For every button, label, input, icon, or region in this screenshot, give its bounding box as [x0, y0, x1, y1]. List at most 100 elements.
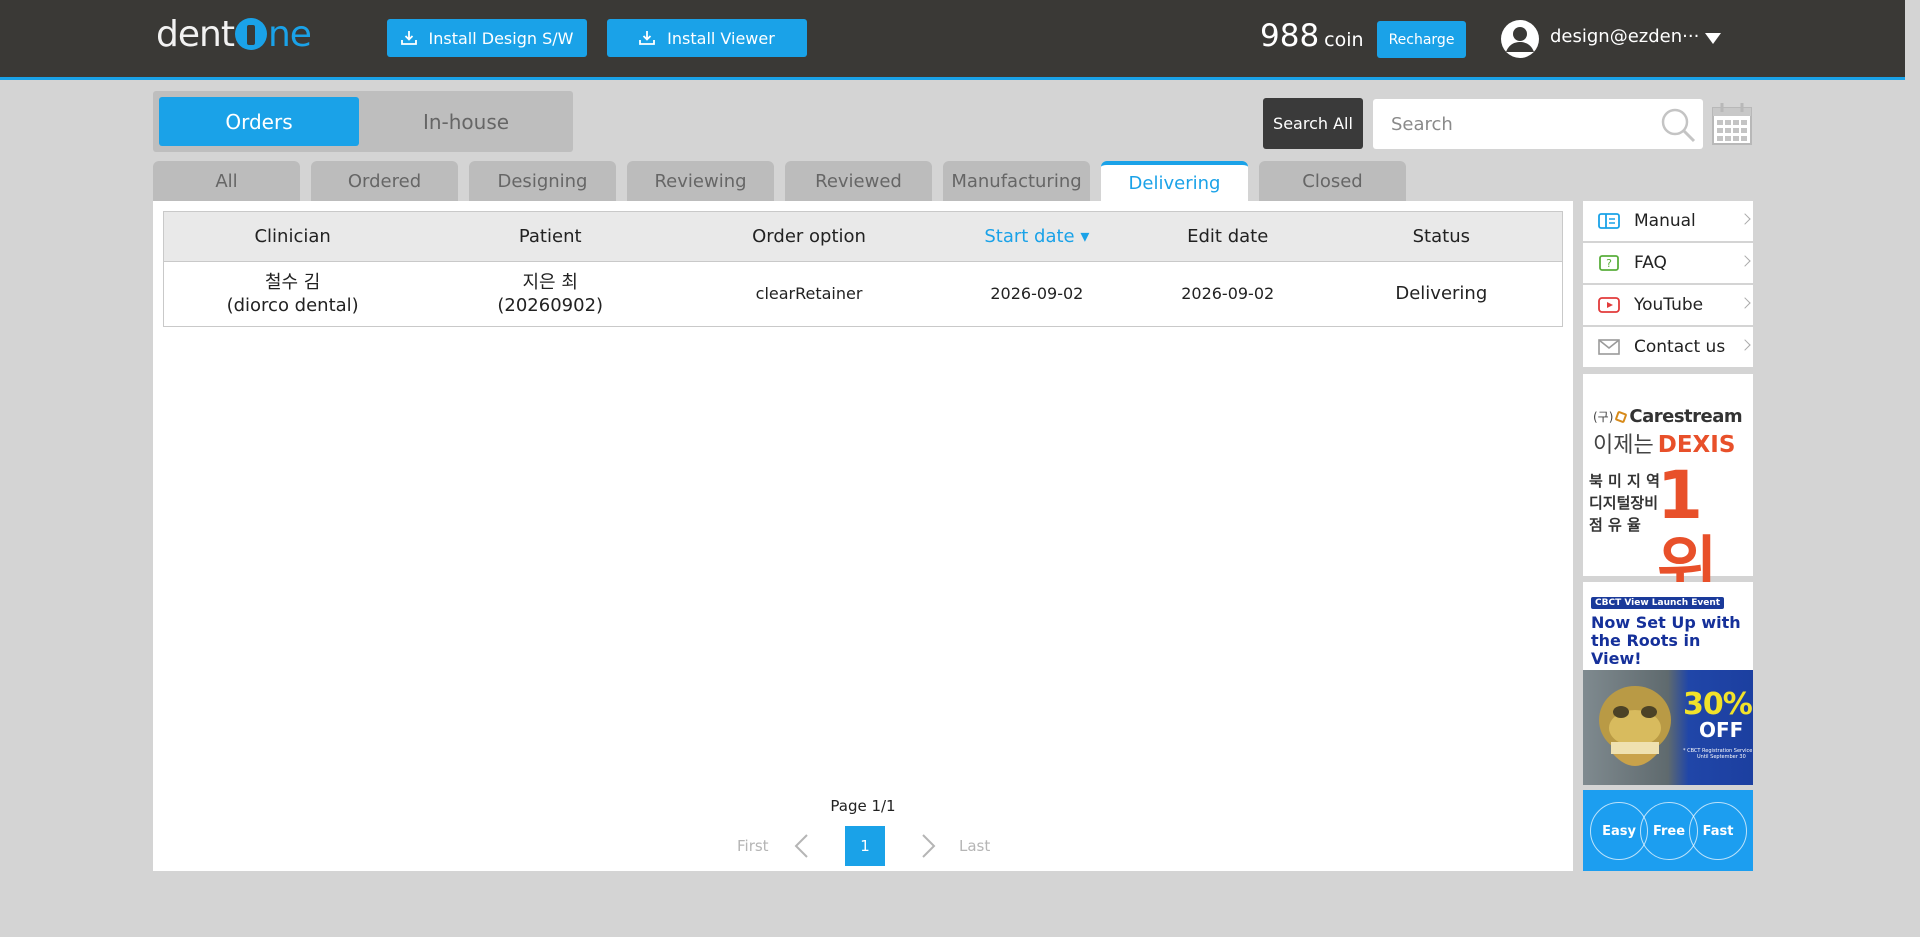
- sidebar-item-label: YouTube: [1634, 295, 1704, 315]
- chevron-left-icon[interactable]: [791, 826, 811, 866]
- question-icon: ?: [1598, 254, 1620, 272]
- ad-prefix: (구): [1593, 410, 1614, 424]
- install-design-button[interactable]: Install Design S/W: [387, 19, 587, 57]
- tab-in-house[interactable]: In-house: [366, 97, 566, 146]
- first-page-link[interactable]: First: [737, 837, 769, 855]
- cbct-ad-banner[interactable]: CBCT View Launch Event Now Set Up with t…: [1583, 582, 1753, 785]
- help-links: Manual ? FAQ YouTube Contact us: [1583, 201, 1753, 369]
- clinician-org: (diorco dental): [226, 295, 359, 316]
- status-tab-designing[interactable]: Designing: [469, 161, 616, 201]
- col-edit-date[interactable]: Edit date: [1134, 211, 1321, 262]
- ad2-off: OFF: [1699, 718, 1744, 742]
- youtube-icon: [1598, 296, 1620, 314]
- col-patient[interactable]: Patient: [421, 211, 680, 262]
- ad-line2: 이제는 DEXIS: [1593, 427, 1735, 459]
- search-icon[interactable]: [1659, 106, 1697, 144]
- sidebar-item-label: FAQ: [1634, 253, 1667, 273]
- logo-one-mark: [234, 18, 267, 50]
- last-page-link[interactable]: Last: [959, 837, 990, 855]
- ad2-fine-2: Until September 30: [1697, 754, 1746, 760]
- table-row[interactable]: 철수 김 (diorco dental) 지은 최 (20260902) cle…: [164, 262, 1563, 327]
- sidebar-item-contact[interactable]: Contact us: [1583, 327, 1753, 367]
- search-box: [1373, 99, 1703, 149]
- col-clinician[interactable]: Clinician: [163, 211, 422, 262]
- download-icon: [639, 31, 656, 45]
- download-icon: [400, 31, 417, 45]
- orders-panel: Clinician Patient Order option Start dat…: [153, 201, 1573, 871]
- user-avatar-icon[interactable]: [1500, 19, 1540, 59]
- install-design-label: Install Design S/W: [428, 28, 574, 48]
- status-tab-manufacturing[interactable]: Manufacturing: [943, 161, 1090, 201]
- recharge-button[interactable]: Recharge: [1377, 21, 1466, 58]
- table-header-row: Clinician Patient Order option Start dat…: [163, 211, 1563, 262]
- page-1-button[interactable]: 1: [845, 826, 885, 866]
- ad-body-text: 북 미 지 역 디지털장비 점 유 율: [1589, 470, 1660, 536]
- coin-amount: 988: [1260, 18, 1320, 54]
- ad-line5: 점 유 율: [1589, 516, 1641, 534]
- svg-text:?: ?: [1606, 257, 1612, 270]
- orders-table: Clinician Patient Order option Start dat…: [163, 211, 1563, 327]
- dentone-logo[interactable]: dent ne: [156, 13, 312, 55]
- status-tab-closed[interactable]: Closed: [1259, 161, 1406, 201]
- status-tab-ordered[interactable]: Ordered: [311, 161, 458, 201]
- install-viewer-button[interactable]: Install Viewer: [607, 19, 807, 57]
- search-input[interactable]: [1391, 111, 1651, 137]
- cell-start-date: 2026-09-02: [990, 283, 1084, 303]
- status-tab-delivering[interactable]: Delivering: [1101, 161, 1248, 201]
- patient-id: (20260902): [497, 295, 604, 316]
- user-email[interactable]: design@ezden···: [1550, 26, 1699, 47]
- ad2-headline: Now Set Up with the Roots in View!: [1591, 614, 1753, 668]
- coin-balance: 988 coin: [1260, 18, 1364, 54]
- chevron-right-icon: [1739, 339, 1751, 351]
- sidebar-item-faq[interactable]: ? FAQ: [1583, 243, 1753, 283]
- status-tab-all[interactable]: All: [153, 161, 300, 201]
- col-status[interactable]: Status: [1320, 211, 1563, 262]
- chevron-right-icon: [1739, 297, 1751, 309]
- ad-brand-row: (구) Carestream: [1593, 406, 1743, 427]
- chevron-right-icon: [1739, 213, 1751, 225]
- logo-text-dent: dent: [156, 13, 235, 55]
- sidebar-item-youtube[interactable]: YouTube: [1583, 285, 1753, 325]
- ad3-circle-fast: Fast: [1689, 802, 1747, 860]
- page-indicator: Page 1/1: [830, 797, 896, 815]
- chevron-right-icon: [1739, 255, 1751, 267]
- sidebar-item-manual[interactable]: Manual: [1583, 201, 1753, 241]
- dexis-ad-banner[interactable]: (구) Carestream 이제는 DEXIS 북 미 지 역 디지털장비 점…: [1583, 374, 1753, 604]
- book-icon: [1598, 212, 1620, 230]
- search-all-button[interactable]: Search All: [1263, 98, 1363, 149]
- sidebar-item-label: Contact us: [1634, 337, 1726, 357]
- mode-tab-group: Orders In-house: [153, 91, 573, 152]
- ad2-headline-1: Now Set Up with: [1591, 613, 1741, 632]
- ad-line2-a: 이제는: [1593, 433, 1654, 458]
- col-start-date[interactable]: Start date ▾: [938, 211, 1135, 262]
- ad-brand: Carestream: [1629, 406, 1743, 427]
- chevron-right-icon[interactable]: [919, 826, 939, 866]
- calendar-icon[interactable]: [1711, 100, 1753, 146]
- ad-line2-b: DEXIS: [1657, 432, 1736, 458]
- ad2-headline-2: the Roots in View!: [1591, 631, 1701, 668]
- logo-text-ne: ne: [267, 13, 312, 55]
- status-tab-reviewed[interactable]: Reviewed: [785, 161, 932, 201]
- tab-orders[interactable]: Orders: [159, 97, 359, 146]
- ad2-discount-group: 30% OFF * CBCT Registration Service Unti…: [1683, 687, 1753, 761]
- ad2-discount: 30%: [1683, 687, 1753, 722]
- easy-free-fast-banner[interactable]: Easy Free Fast: [1583, 790, 1753, 871]
- carestream-logo-icon: [1614, 410, 1628, 423]
- cell-clinician: 철수 김 (diorco dental): [164, 262, 422, 327]
- ad-line4: 디지털장비: [1589, 494, 1659, 512]
- coin-unit: coin: [1324, 29, 1364, 51]
- skull-xray-icon: [1599, 686, 1671, 766]
- cell-patient: 지은 최 (20260902): [421, 262, 679, 327]
- sidebar-item-label: Manual: [1634, 211, 1696, 231]
- col-order-option[interactable]: Order option: [679, 211, 939, 262]
- chevron-down-icon[interactable]: [1705, 33, 1721, 44]
- ad-line3: 북 미 지 역: [1589, 472, 1660, 490]
- cell-edit-date: 2026-09-02: [1181, 283, 1275, 303]
- mail-icon: [1598, 338, 1620, 356]
- status-tab-reviewing[interactable]: Reviewing: [627, 161, 774, 201]
- ad2-image-area: 30% OFF * CBCT Registration Service Unti…: [1583, 670, 1753, 785]
- patient-name: 지은 최: [522, 271, 578, 293]
- install-viewer-label: Install Viewer: [667, 28, 775, 48]
- ad2-tag: CBCT View Launch Event: [1591, 597, 1725, 609]
- cell-order-option: clearRetainer: [755, 283, 863, 303]
